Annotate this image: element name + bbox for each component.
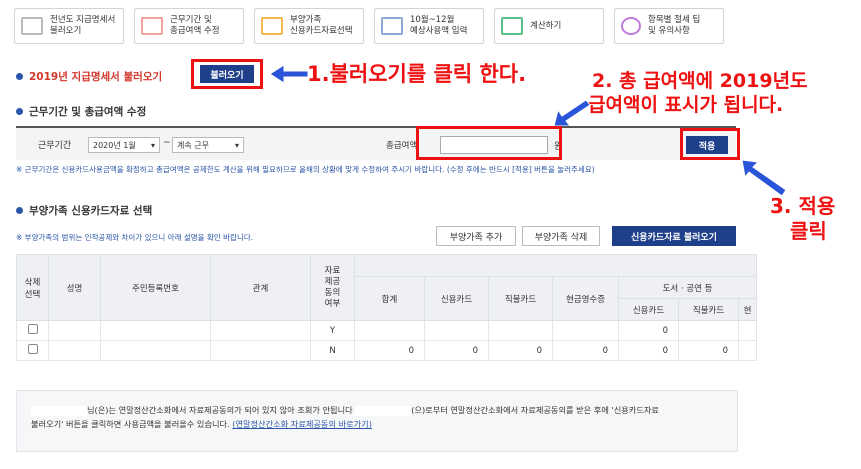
col-books-credit: 신용카드	[618, 298, 679, 321]
monitor-icon	[261, 17, 283, 35]
chevron-down-icon: ▾	[234, 140, 239, 150]
col-total: 합계	[354, 276, 425, 321]
step-label: 계산하기	[530, 20, 562, 31]
annotation-step2-line2: 급여액이 표시가 됩니다.	[588, 94, 784, 116]
document-icon	[21, 17, 43, 35]
step-label: 전년도 지급명세서 불러오기	[50, 15, 116, 36]
highlight-salary-field	[416, 126, 562, 160]
step-expected-usage[interactable]: 10월~12월 예상사용액 입력	[374, 8, 484, 44]
delete-dependent-button[interactable]: 부양가족 삭제	[522, 226, 600, 246]
dependents-table: 삭제 선택 성명 주민등록번호 관계 자료 제공 동의 여부 합계 신용카드 직…	[16, 254, 758, 361]
cell-credit	[424, 320, 489, 341]
table-row: Y 0	[16, 320, 758, 341]
load-card-data-button[interactable]: 신용카드자료 불러오기	[612, 226, 736, 246]
arrow-left-icon	[270, 64, 309, 84]
add-dependent-button[interactable]: 부양가족 추가	[436, 226, 516, 246]
arrow-down-left-icon	[553, 99, 591, 127]
period-end-select[interactable]: 계속 근무 ▾	[172, 137, 244, 153]
col-name: 성명	[48, 254, 101, 321]
cell-credit: 0	[424, 340, 489, 361]
info-line2: 불러오기' 버튼을 클릭하면 사용금액을 불러올수 있습니다. (연말정산간소화…	[31, 417, 723, 431]
cell-books-credit: 0	[618, 340, 679, 361]
chevron-down-icon: ▾	[150, 140, 155, 150]
cell-books-debit	[678, 320, 739, 341]
cell-debit	[488, 320, 553, 341]
highlight-load-button	[191, 59, 263, 89]
col-cash: 현금영수증	[552, 276, 619, 321]
masked-name	[355, 405, 412, 416]
row-checkbox[interactable]	[27, 344, 38, 354]
period-start-select[interactable]: 2020년 1월 ▾	[88, 137, 160, 153]
cell-consent: Y	[310, 320, 355, 341]
step-edit-period[interactable]: 근무기간 및 총급여액 수정	[134, 8, 244, 44]
info-text-a: 님(은)는 연말정산간소화에서 자료제공동의가 되어 있지 않아 조회가 안됩니…	[87, 405, 353, 415]
col-books-more: 현	[737, 298, 758, 321]
tilde: ~	[163, 138, 171, 148]
col-books-debit: 직불카드	[678, 298, 739, 321]
highlight-apply-button	[680, 128, 740, 160]
step-dependents[interactable]: 부양가족 신용카드자료선택	[254, 8, 364, 44]
period-start-value: 2020년 1월	[93, 140, 136, 150]
section-bullet	[16, 108, 23, 115]
step-navigation: 전년도 지급명세서 불러오기 근무기간 및 총급여액 수정 부양가족 신용카드자…	[14, 8, 734, 46]
section-load-statement: 2019년 지급명세서 불러오기	[16, 69, 162, 84]
period-end-value: 계속 근무	[177, 140, 209, 150]
consent-info-box: 님(은)는 연말정산간소화에서 자료제공동의가 되어 있지 않아 조회가 안됩니…	[16, 390, 738, 452]
info-line1: 님(은)는 연말정산간소화에서 자료제공동의가 되어 있지 않아 조회가 안됩니…	[31, 403, 723, 417]
cell-total	[354, 320, 425, 341]
cell-consent: N	[310, 340, 355, 361]
section-bullet	[16, 207, 23, 214]
step-label: 항목별 절세 팁 및 유의사항	[648, 15, 701, 36]
period-label: 근무기간	[38, 140, 72, 151]
cell-cash: 0	[552, 340, 619, 361]
calculator-icon	[501, 17, 523, 35]
col-books-group: 도서 · 공연 등	[617, 276, 758, 299]
section-title: 부양가족 신용카드자료 선택	[29, 205, 153, 217]
section-title: 근무기간 및 총급여액 수정	[29, 106, 147, 118]
col-usage-group	[353, 254, 758, 277]
col-consent: 자료 제공 동의 여부	[310, 254, 355, 321]
annotation-step3-line2: 클릭	[790, 219, 827, 243]
col-debit: 직불카드	[488, 276, 553, 321]
section-bullet	[16, 73, 23, 80]
dependents-note: ※ 부양가족의 범위는 인적공제와 차이가 있으니 아래 설명을 확인 바랍니다…	[16, 233, 254, 242]
section-title: 2019년 지급명세서 불러오기	[29, 71, 163, 83]
masked-name	[31, 405, 87, 416]
cell-cash	[552, 320, 619, 341]
cell-books-debit: 0	[678, 340, 739, 361]
step-label: 근무기간 및 총급여액 수정	[170, 15, 220, 36]
col-credit: 신용카드	[424, 276, 489, 321]
step-label: 부양가족 신용카드자료선택	[290, 15, 353, 36]
salary-label: 총급여액	[386, 141, 418, 151]
section-dependents: 부양가족 신용카드자료 선택	[16, 203, 152, 218]
period-note: ※ 근무기간은 신용카드사용금액을 확정하고 총급여액은 공제한도 계산을 위해…	[16, 165, 595, 174]
col-relation: 관계	[210, 254, 311, 321]
card-icon	[381, 17, 403, 35]
section-edit-period: 근무기간 및 총급여액 수정	[16, 104, 146, 119]
cell-total: 0	[354, 340, 425, 361]
info-text-b: (으)로부터 연말정산간소화에서 자료제공동의를 받은 후에 '신용카드자료	[411, 405, 659, 415]
info-text-c: 불러오기' 버튼을 클릭하면 사용금액을 불러올수 있습니다.	[31, 419, 230, 429]
annotation-step2-line1: 2. 총 급여액에 2019년도	[592, 70, 808, 92]
col-delete-select: 삭제 선택	[16, 254, 49, 321]
step-calculate[interactable]: 계산하기	[494, 8, 604, 44]
cell-books-credit: 0	[618, 320, 679, 341]
period-bar: 근무기간 2020년 1월 ▾ ~ 계속 근무 ▾ 총급여액 원 적용	[16, 126, 736, 160]
row-checkbox[interactable]	[27, 324, 38, 334]
calendar-icon	[141, 17, 163, 35]
tip-icon	[621, 17, 641, 35]
step-label: 10월~12월 예상사용액 입력	[410, 15, 468, 36]
step-tips[interactable]: 항목별 절세 팁 및 유의사항	[614, 8, 724, 44]
consent-link[interactable]: (연말정산간소화 자료제공동의 바로가기)	[232, 419, 372, 429]
annotation-step1: 1.불러오기를 클릭 한다.	[307, 62, 527, 86]
step-load-statement[interactable]: 전년도 지급명세서 불러오기	[14, 8, 124, 44]
cell-debit: 0	[488, 340, 553, 361]
table-row: N 0 0 0 0 0 0	[16, 340, 758, 361]
col-rrn: 주민등록번호	[100, 254, 211, 321]
